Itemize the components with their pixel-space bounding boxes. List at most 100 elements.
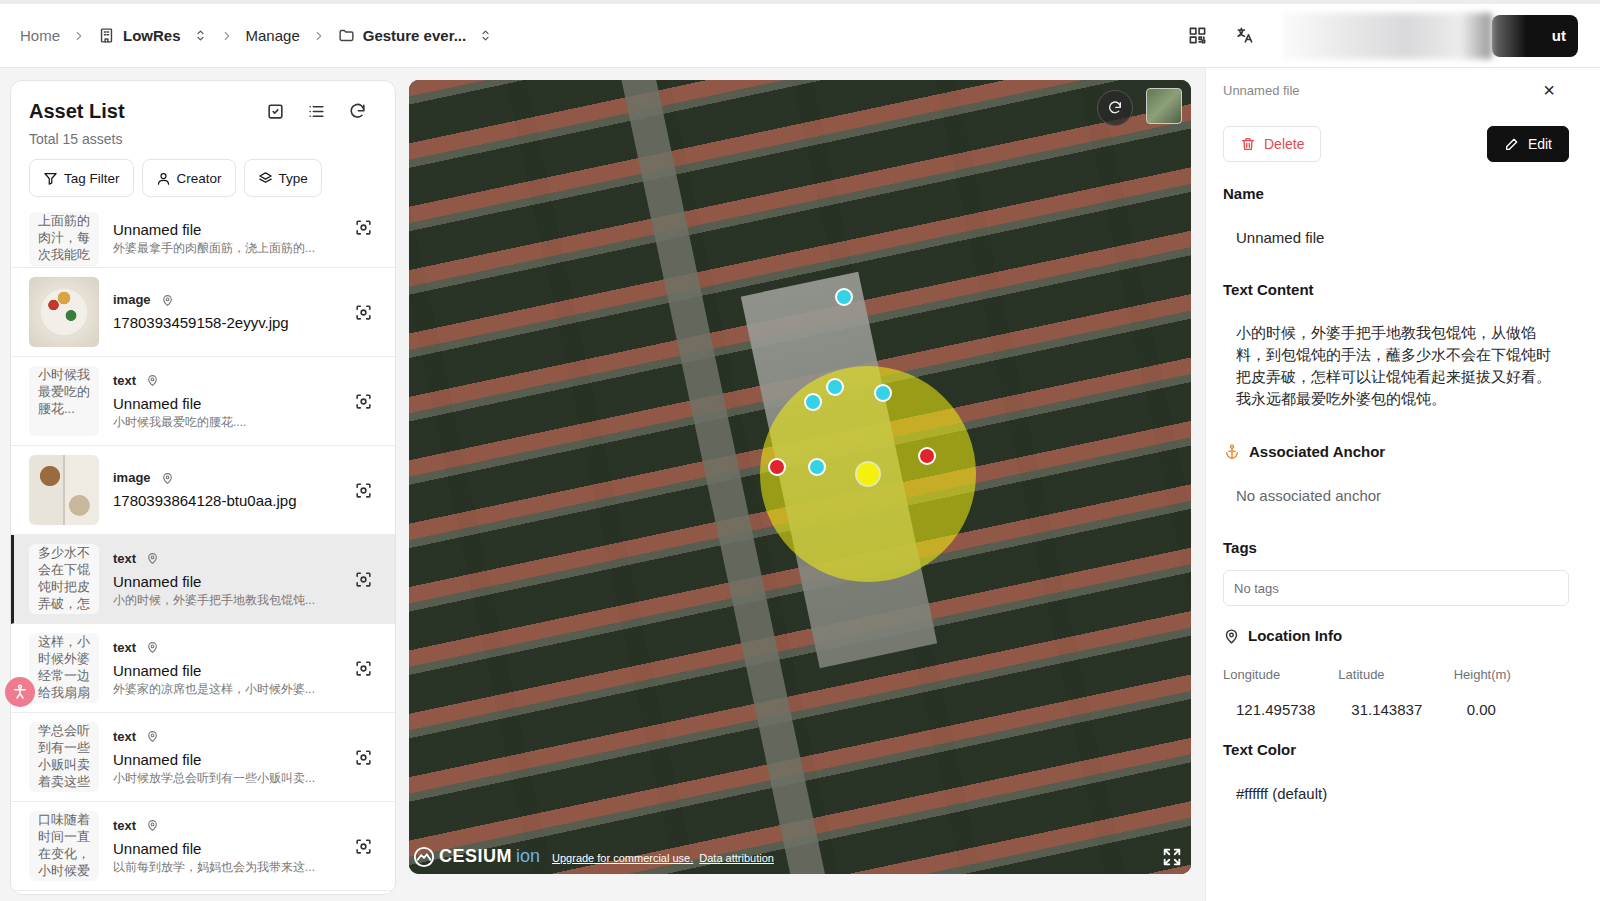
name-value: Unnamed file [1223, 216, 1569, 260]
pencil-icon [1504, 136, 1520, 152]
text-thumbnail: 上面筋的肉汁，每次我能吃 [29, 212, 99, 266]
filter-button[interactable]: Creator [142, 159, 236, 197]
base-layer-picker[interactable] [1146, 88, 1182, 124]
asset-preview: 小的时候，外婆手把手地教我包馄饨... [113, 592, 340, 609]
asset-row[interactable]: 小时候我最爱吃的腰花...textUnnamed file小时候我最爱吃的腰花.… [11, 357, 395, 446]
asset-name: Unnamed file [113, 838, 340, 859]
text-color-value: #ffffff (default) [1223, 772, 1569, 816]
asset-list-header: Asset List Total 15 assets Tag FilterCreat… [11, 81, 395, 197]
map-marker[interactable] [837, 290, 851, 304]
location-field: Longitude121.495738 [1223, 666, 1338, 720]
account-button[interactable]: ut [1492, 15, 1578, 57]
locate-icon[interactable] [354, 218, 373, 237]
asset-total: Total 15 assets [29, 129, 377, 149]
map-marker[interactable] [828, 380, 842, 394]
asset-name: Unnamed file [113, 749, 340, 770]
map-view[interactable]: CESIUMionUpgrade for commercial use.Data… [409, 80, 1191, 874]
asset-type-badge: image [113, 291, 151, 309]
map-marker[interactable] [920, 449, 934, 463]
refresh-icon[interactable] [348, 102, 367, 121]
map-marker[interactable] [810, 460, 824, 474]
location-label: Location Info [1223, 626, 1569, 646]
asset-row[interactable]: image1780393864128-btu0aa.jpg [11, 446, 395, 535]
breadcrumb-item[interactable]: LowRes [98, 27, 208, 44]
chevron-up-down-icon[interactable] [193, 28, 208, 43]
filter-button[interactable]: Type [244, 159, 322, 197]
list-icon[interactable] [307, 102, 326, 121]
refresh-icon [1107, 100, 1123, 116]
chevron-right-icon [72, 29, 86, 43]
location-pin-icon [146, 641, 159, 654]
anchor-value: No associated anchor [1223, 474, 1569, 518]
asset-type-badge: text [113, 550, 136, 568]
main-area: Asset List Total 15 assets Tag FilterCreat… [0, 68, 1600, 901]
text-color-label: Text Color [1223, 740, 1569, 760]
locate-icon[interactable] [354, 481, 373, 500]
location-field: Latitude31.143837 [1338, 666, 1453, 720]
text-content-value: 小的时候，外婆手把手地教我包馄饨，从做馅料，到包馄饨的手法，蘸多少水不会在下馄饨… [1223, 312, 1569, 422]
user-icon [156, 171, 171, 186]
asset-type-badge: image [113, 469, 151, 487]
credit-link[interactable]: Data attribution [699, 852, 774, 864]
anchor-label: Associated Anchor [1223, 442, 1569, 462]
asset-row[interactable]: 这样，小时候外婆经常一边给我扇扇textUnnamed file外婆家的凉席也是… [11, 624, 395, 713]
tags-input[interactable] [1223, 570, 1569, 606]
asset-type-badge: text [113, 372, 136, 390]
text-thumbnail: 小时候我最爱吃的腰花... [29, 366, 99, 436]
delete-button[interactable]: Delete [1223, 126, 1321, 162]
location-pin-icon [146, 552, 159, 565]
locate-icon[interactable] [354, 303, 373, 322]
map-marker[interactable] [806, 395, 820, 409]
anchor-icon [1223, 443, 1241, 461]
map-marker[interactable] [876, 386, 890, 400]
fullscreen-icon[interactable] [1161, 846, 1183, 868]
breadcrumb-item[interactable]: Home [20, 27, 60, 44]
credit-link[interactable]: Upgrade for commercial use. [552, 852, 693, 864]
image-thumbnail [29, 277, 99, 347]
asset-preview: 外婆家的凉席也是这样，小时候外婆... [113, 681, 340, 698]
close-button[interactable]: × [1543, 80, 1555, 100]
locate-icon[interactable] [354, 659, 373, 678]
breadcrumb: Home LowRes Manage Gesture ever... [20, 27, 493, 44]
asset-row[interactable]: image1780393459158-2eyyv.jpg [11, 268, 395, 357]
translate-icon[interactable] [1235, 26, 1254, 45]
breadcrumb-item[interactable]: Gesture ever... [338, 27, 493, 44]
layers-icon [258, 171, 273, 186]
chevron-right-icon [312, 29, 326, 43]
locate-icon[interactable] [354, 570, 373, 589]
asset-row[interactable]: 口味随着时间一直在变化，小时候爱textUnnamed file以前每到放学，妈… [11, 802, 395, 891]
tags-label: Tags [1223, 538, 1569, 558]
map-marker[interactable] [857, 463, 879, 485]
asset-type-badge: text [113, 639, 136, 657]
qr-code-icon[interactable] [1188, 26, 1207, 45]
blurred-account [1282, 13, 1492, 59]
text-content-label: Text Content [1223, 280, 1569, 300]
trash-icon [1240, 136, 1256, 152]
detail-header: Unnamed file [1223, 83, 1300, 98]
cesium-credit: CESIUMionUpgrade for commercial use.Data… [413, 846, 774, 868]
text-thumbnail: 学总会听到有一些小贩叫卖着卖这些 [29, 722, 99, 792]
breadcrumb-item[interactable]: Manage [246, 27, 300, 44]
asset-preview: 外婆最拿手的肉酿面筋，浇上面筋的... [113, 240, 340, 257]
detail-panel: Unnamed file×DeleteEditNameUnnamed fileT… [1205, 68, 1600, 901]
locate-icon[interactable] [354, 748, 373, 767]
building-icon [98, 27, 115, 44]
map-marker[interactable] [770, 460, 784, 474]
asset-list-title: Asset List [29, 97, 125, 125]
asset-row[interactable]: 多少水不会在下馄饨时把皮弄破，怎textUnnamed file小的时候，外婆手… [11, 535, 395, 624]
locate-icon[interactable] [354, 392, 373, 411]
chevron-up-down-icon[interactable] [478, 28, 493, 43]
location-pin-icon [146, 374, 159, 387]
check-square-icon[interactable] [266, 102, 285, 121]
top-actions: ut [1188, 13, 1578, 59]
accessibility-icon [11, 683, 29, 701]
locate-icon[interactable] [354, 837, 373, 856]
map-refresh-button[interactable] [1097, 90, 1133, 126]
asset-name: Unnamed file [113, 571, 340, 592]
asset-row[interactable]: 上面筋的肉汁，每次我能吃Unnamed file外婆最拿手的肉酿面筋，浇上面筋的… [11, 210, 395, 268]
location-fields: Longitude121.495738Latitude31.143837Heig… [1223, 658, 1569, 720]
asset-row[interactable]: 学总会听到有一些小贩叫卖着卖这些textUnnamed file小时候放学总会听… [11, 713, 395, 802]
accessibility-float-button[interactable] [5, 677, 35, 707]
filter-button[interactable]: Tag Filter [29, 159, 134, 197]
edit-button[interactable]: Edit [1487, 126, 1569, 162]
